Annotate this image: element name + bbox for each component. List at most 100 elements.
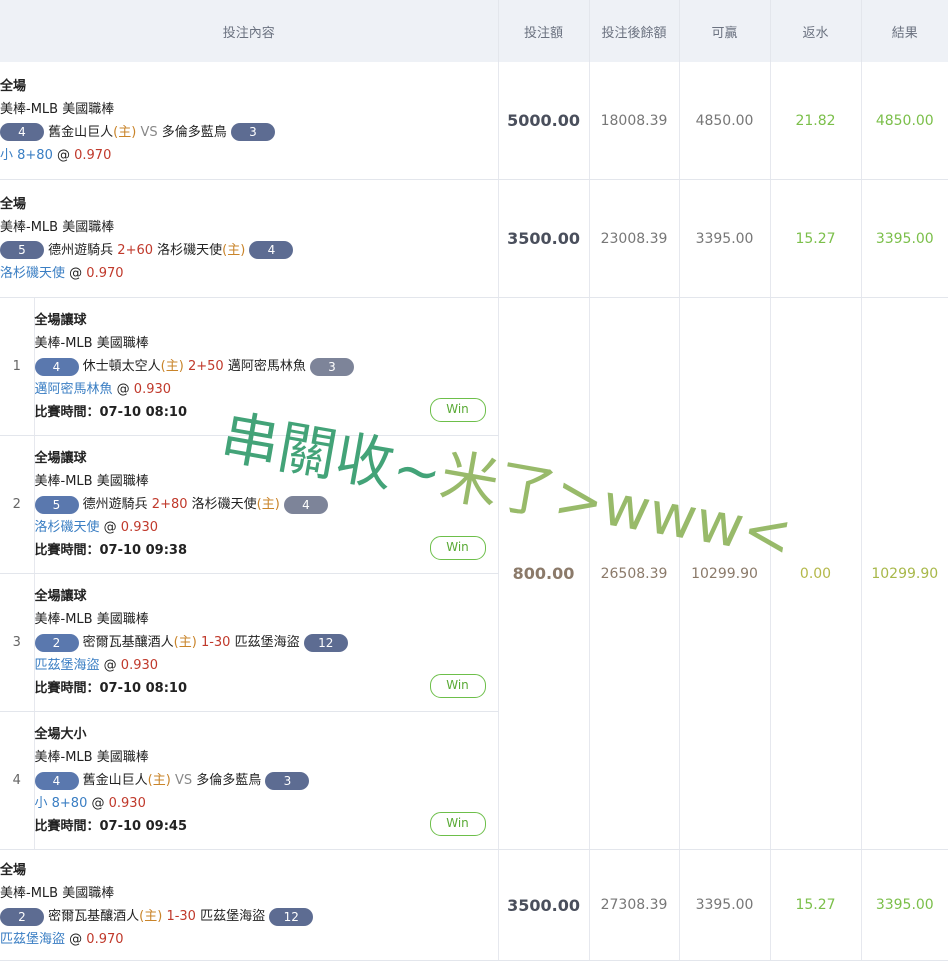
pick: 小 8+80 [0,147,53,163]
right-team-number: 12 [303,633,348,652]
bet-content: 全場 美棒-MLB 美國職棒 4 舊金山巨人(主) VS 多倫多藍鳥 3 小 8… [0,62,499,180]
win-badge: Win [429,812,486,836]
right-team-number: 4 [249,241,294,259]
pick: 洛杉磯天使 [0,265,66,281]
header-stake: 投注額 [498,0,590,62]
right-team-number: 4 [283,495,328,514]
league-name: 美棒-MLB 美國職棒 [34,612,149,627]
home-tag: (主) [139,909,163,924]
odds: 0.930 [133,382,172,397]
header-content: 投注內容 [0,0,499,62]
matchup: 2 密爾瓦基釀酒人(主) 1-30 匹茲堡海盜 12 [0,905,498,928]
market-type: 全場大小 [34,727,87,742]
matchup: 5 德州遊騎兵 2+60 洛杉磯天使(主) 4 [0,239,498,262]
home-team: 密爾瓦基釀酒人 [82,635,174,650]
pick-line: 匹茲堡海盜 @ 0.970 [0,928,498,951]
left-team-number: 2 [34,633,79,652]
left-team-number: 4 [0,123,44,141]
market-type: 全場 [0,78,27,94]
left-team-number: 2 [0,907,44,926]
odds: 0.970 [74,147,112,163]
win-badge: Win [429,398,486,422]
pick-line: 洛杉磯天使 @ 0.970 [0,262,498,285]
left-team-number: 4 [34,771,79,790]
leg-index: 4 [0,711,35,850]
match-time: 比賽時間：07-10 09:45 [35,815,498,838]
vs-label: VS [140,124,158,140]
home-team: 德州遊騎兵 [48,242,114,258]
matchup: 4 休士頓太空人(主) 2+50 邁阿密馬林魚 3 [34,355,498,378]
match-time-label: 比賽時間： [34,405,100,420]
to-win-value: 10299.90 [679,297,771,850]
league-name: 美棒-MLB 美國職棒 [34,336,149,351]
home-team: 舊金山巨人 [48,124,114,140]
result-value: 3395.00 [861,179,948,298]
match-time-label: 比賽時間： [34,543,100,558]
pick: 洛杉磯天使 [34,520,100,535]
vs-label: VS [174,773,193,788]
stake-value: 3500.00 [498,179,590,298]
home-team: 密爾瓦基釀酒人 [48,909,140,924]
at-sign: @ [103,658,117,673]
leg-index: 2 [0,435,35,574]
result-value: 10299.90 [861,297,948,850]
home-team: 德州遊騎兵 [82,497,148,512]
header-result: 結果 [861,0,948,62]
balance-value: 27308.39 [589,849,680,961]
right-team-number: 12 [269,907,314,926]
table-row: 全場 美棒-MLB 美國職棒 2 密爾瓦基釀酒人(主) 1-30 匹茲堡海盜 1… [0,849,948,961]
handicap: 2+80 [151,497,188,512]
rebate-value: 15.27 [770,849,862,961]
leg-content: 全場讓球 美棒-MLB 美國職棒 5 德州遊騎兵 2+80 洛杉磯天使(主) 4… [34,435,499,574]
odds: 0.930 [120,520,159,535]
at-sign: @ [116,382,130,397]
handicap: 1-30 [166,909,196,924]
match-time: 比賽時間：07-10 08:10 [35,677,498,700]
league-name: 美棒-MLB 美國職棒 [0,101,115,117]
home-tag: (主) [113,124,137,140]
win-badge: Win [429,536,486,560]
match-time-value: 07-10 09:38 [99,543,187,558]
matchup: 5 德州遊騎兵 2+80 洛杉磯天使(主) 4 [34,493,498,516]
right-team-number: 3 [230,123,275,141]
matchup: 4 舊金山巨人(主) VS 多倫多藍鳥 3 [34,769,498,792]
match-time-value: 07-10 09:45 [99,819,187,834]
market-type: 全場讓球 [34,313,87,328]
table-row: 全場 美棒-MLB 美國職棒 4 舊金山巨人(主) VS 多倫多藍鳥 3 小 8… [0,62,948,180]
pick-line: 小 8+80 @ 0.930 [35,792,498,815]
to-win-value: 3395.00 [679,849,771,961]
home-team: 休士頓太空人 [82,359,161,374]
league-name: 美棒-MLB 美國職棒 [34,474,149,489]
away-team: 匹茲堡海盜 [234,635,300,650]
league-name: 美棒-MLB 美國職棒 [0,886,115,901]
result-value: 3395.00 [861,849,948,961]
pick: 邁阿密馬林魚 [34,382,113,397]
handicap: 2+50 [187,359,224,374]
pick: 匹茲堡海盜 [0,932,66,947]
market-type: 全場 [0,196,27,212]
right-team-number: 3 [309,357,354,376]
home-tag: (主) [173,635,197,650]
match-time-label: 比賽時間： [34,819,100,834]
at-sign: @ [103,520,117,535]
match-time-value: 07-10 08:10 [99,681,187,696]
left-team-number: 5 [34,495,79,514]
away-team: 邁阿密馬林魚 [227,359,306,374]
handicap: 1-30 [200,635,231,650]
leg-content: 全場讓球 美棒-MLB 美國職棒 2 密爾瓦基釀酒人(主) 1-30 匹茲堡海盜… [34,573,499,712]
at-sign: @ [69,265,83,281]
at-sign: @ [56,147,70,163]
odds: 0.970 [86,265,124,281]
away-team: 多倫多藍鳥 [196,773,262,788]
left-team-number: 5 [0,241,44,259]
pick: 小 8+80 [34,796,88,811]
league-name: 美棒-MLB 美國職棒 [34,750,149,765]
balance-value: 26508.39 [589,297,680,850]
leg-content: 全場大小 美棒-MLB 美國職棒 4 舊金山巨人(主) VS 多倫多藍鳥 3 小… [34,711,499,850]
left-team-number: 4 [34,357,79,376]
pick-line: 洛杉磯天使 @ 0.930 [35,516,498,539]
matchup: 4 舊金山巨人(主) VS 多倫多藍鳥 3 [0,121,498,144]
header-rebate: 返水 [770,0,862,62]
stake-value: 3500.00 [498,849,590,961]
away-team: 多倫多藍鳥 [161,124,227,140]
